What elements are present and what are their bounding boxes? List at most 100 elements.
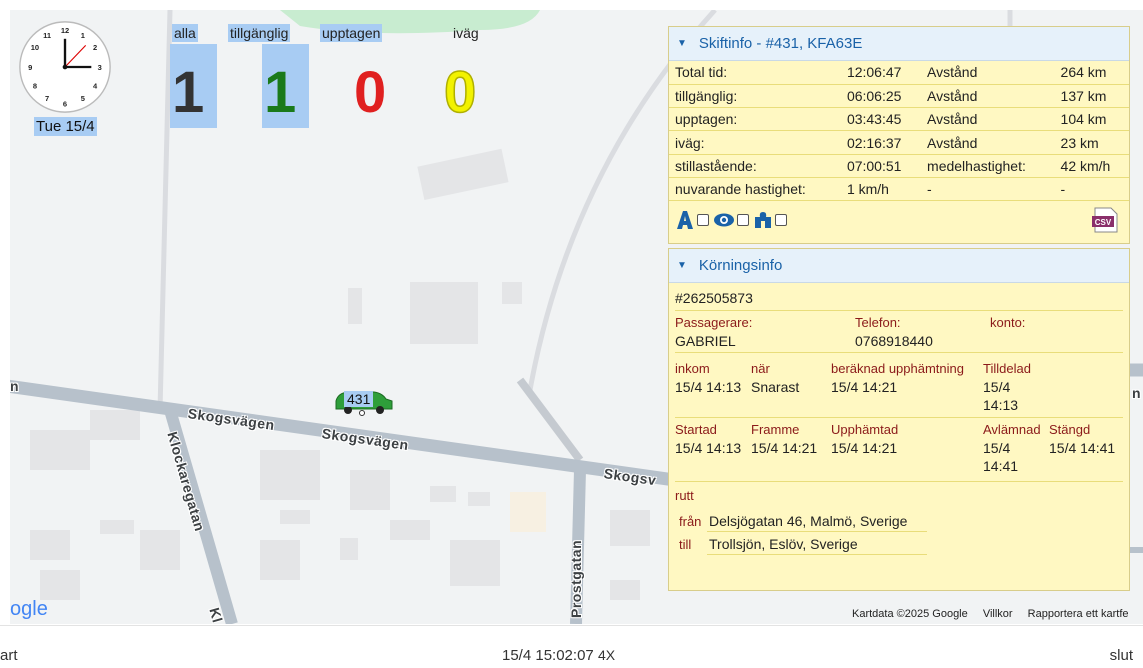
map-attribution: Kartdata ©2025 Google Villkor Rapportera…: [852, 608, 1141, 620]
stat-time: 03:43:45: [840, 107, 922, 132]
shift-info-header[interactable]: ▼ Skiftinfo - #431, KFA63E: [669, 27, 1129, 61]
counter-value-away: 0: [443, 60, 477, 125]
counter-label: upptagen: [320, 24, 383, 42]
shift-stat-row: upptagen: 03:43:45 Avstånd 104 km: [669, 107, 1129, 132]
shift-stats-table: Total tid: 12:06:47 Avstånd 264 km tillgängl…: [669, 61, 1129, 202]
shift-stat-row: nuvarande hastighet: 1 km/h - -: [669, 177, 1129, 202]
started-label: Startad: [675, 422, 717, 437]
stat-label: iväg:: [669, 130, 841, 155]
route-block: rutt från Delsjögatan 46, Malmö, Sverige…: [675, 482, 1123, 555]
csv-export-button[interactable]: CSV: [1091, 207, 1119, 233]
from-address: Delsjögatan 46, Malmö, Sverige: [707, 511, 927, 532]
stat-label: upptagen:: [669, 107, 841, 132]
counter-all[interactable]: alla: [172, 24, 198, 43]
counter-value-available: 1: [264, 60, 297, 125]
counter-busy[interactable]: upptagen: [320, 24, 383, 43]
picked-up-label: Upphämtad: [831, 422, 899, 437]
run-id: #262505873: [675, 283, 1123, 311]
route-from-row: från Delsjögatan 46, Malmö, Sverige: [679, 511, 1123, 532]
timeline-end-label[interactable]: slut: [1110, 647, 1133, 664]
run-info-header[interactable]: ▼ Körningsinfo: [669, 249, 1129, 283]
stat-label: Total tid:: [669, 61, 841, 85]
stat-time: 07:00:51: [840, 154, 922, 178]
stat-metric-value: 264 km: [1054, 61, 1129, 85]
booking-times-block: inkom när beräknad upphämtning Tilldelad…: [675, 353, 1123, 418]
stat-time: 12:06:47: [840, 61, 922, 85]
map-data-credit: Kartdata ©2025 Google: [852, 608, 968, 620]
from-label: från: [679, 514, 702, 529]
phone-label: Telefon:: [855, 315, 901, 330]
stat-metric-label: Avstånd: [921, 107, 1055, 132]
street-label: Prostgatan: [568, 539, 584, 618]
stat-metric-value: 137 km: [1054, 84, 1129, 109]
stat-metric-value: -: [1054, 177, 1129, 202]
playback-timeline-bar[interactable]: art 15/4 15:02:07 4X slut: [0, 625, 1143, 668]
collapse-triangle-icon[interactable]: ▼: [677, 260, 687, 271]
road-icon[interactable]: [675, 211, 695, 230]
stat-label: stillastående:: [669, 154, 841, 178]
arrived-label: Framme: [751, 422, 800, 437]
stat-metric-value: 42 km/h: [1054, 154, 1129, 178]
counter-away[interactable]: iväg: [451, 24, 481, 43]
terms-link[interactable]: Villkor: [983, 608, 1013, 620]
svg-text:8: 8: [33, 82, 37, 91]
stat-time: 06:06:25: [840, 84, 922, 109]
car-number-label[interactable]: 431: [344, 391, 374, 407]
passenger-block: Passagerare: Telefon: konto: GABRIEL 076…: [675, 311, 1123, 353]
stat-metric-value: 23 km: [1054, 130, 1129, 155]
playback-speed[interactable]: 4X: [598, 647, 615, 663]
svg-text:6: 6: [63, 99, 67, 108]
assigned-time: 14:13: [983, 397, 1019, 413]
arrived-value: 15/4 14:21: [751, 440, 818, 456]
counter-available[interactable]: tillgänglig: [228, 24, 291, 43]
eye-icon[interactable]: [713, 212, 735, 228]
puzzle-icon[interactable]: [753, 211, 773, 229]
stat-label: tillgänglig:: [669, 84, 841, 109]
to-address: Trollsjön, Eslöv, Sverige: [707, 534, 927, 555]
road-checkbox[interactable]: [697, 214, 709, 227]
shift-info-panel: ▼ Skiftinfo - #431, KFA63E Total tid: 12:…: [668, 26, 1130, 244]
svg-text:9: 9: [28, 63, 32, 72]
closed-label: Stängd: [1049, 422, 1091, 437]
run-info-title: Körningsinfo: [698, 257, 783, 274]
when-label: när: [751, 361, 770, 376]
eye-checkbox[interactable]: [737, 214, 749, 227]
route-label: rutt: [675, 488, 694, 503]
clock-date: Tue 15/4: [34, 117, 97, 136]
counter-label: alla: [172, 24, 198, 42]
phone-number: 0768918440: [855, 333, 933, 349]
svg-text:10: 10: [31, 43, 39, 52]
google-logo: ogle: [10, 598, 48, 620]
svg-text:7: 7: [45, 94, 49, 103]
stat-time: 02:16:37: [840, 130, 922, 155]
svg-text:12: 12: [61, 26, 69, 35]
stat-metric-label: -: [921, 177, 1055, 202]
picked-up-value: 15/4 14:21: [831, 440, 898, 456]
shift-stat-row: stillastående: 07:00:51 medelhastighet: 42 …: [669, 154, 1129, 178]
svg-text:1: 1: [81, 31, 85, 40]
report-error-link[interactable]: Rapportera ett kartfe: [1028, 608, 1129, 620]
timeline-start-label[interactable]: art: [0, 647, 18, 664]
counter-label: tillgänglig: [228, 24, 291, 42]
stat-metric-label: medelhastighet:: [921, 154, 1055, 178]
puzzle-checkbox[interactable]: [775, 214, 787, 227]
shift-stat-row: iväg: 02:16:37 Avstånd 23 km: [669, 130, 1129, 155]
shift-stat-row: Total tid: 12:06:47 Avstånd 264 km: [669, 61, 1129, 85]
street-label: n: [10, 378, 20, 394]
collapse-triangle-icon[interactable]: ▼: [677, 38, 687, 49]
playback-status: 15/4 15:02:07 4X: [502, 647, 615, 664]
estimated-pickup-value: 15/4 14:21: [831, 379, 898, 395]
svg-text:11: 11: [43, 31, 51, 40]
shift-info-title: Skiftinfo - #431, KFA63E: [698, 35, 863, 52]
dropped-off-time: 14:41: [983, 458, 1019, 474]
svg-text:5: 5: [81, 94, 85, 103]
received-value: 15/4 14:13: [675, 379, 742, 395]
stat-metric-value: 104 km: [1054, 107, 1129, 132]
closed-value: 15/4 14:41: [1049, 440, 1116, 456]
stat-time: 1 km/h: [840, 177, 922, 202]
received-label: inkom: [675, 361, 710, 376]
dropped-off-date: 15/4: [983, 440, 1011, 456]
street-label: n: [1132, 385, 1142, 401]
passenger-name: GABRIEL: [675, 333, 736, 349]
assigned-date: 15/4: [983, 379, 1011, 395]
